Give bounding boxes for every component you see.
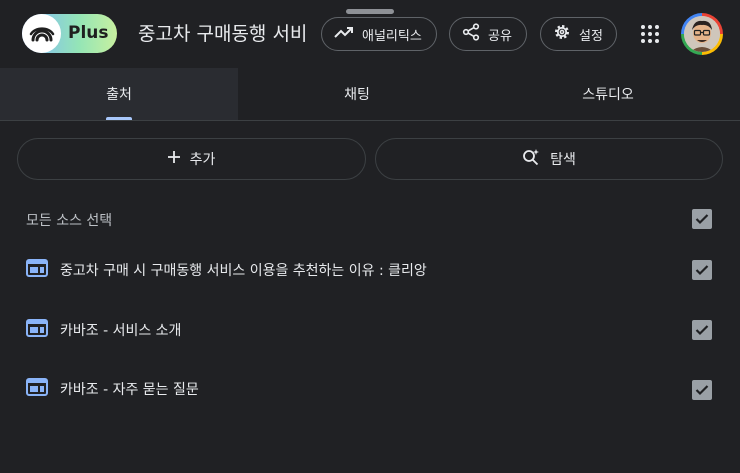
add-source-button[interactable]: 추가: [17, 138, 366, 180]
gear-icon: [553, 23, 571, 45]
apps-grid-icon[interactable]: [640, 24, 660, 44]
tab-chat[interactable]: 채팅: [238, 68, 476, 120]
check-icon: [695, 210, 709, 229]
search-sparkle-icon: [522, 148, 540, 170]
notebook-logo-icon: [22, 14, 61, 53]
source-item[interactable]: 카바조 - 서비스 소개: [26, 317, 716, 343]
notebook-title[interactable]: 중고차 구매동행 서비: [138, 19, 313, 46]
source-item[interactable]: 카바조 - 자주 묻는 질문: [26, 376, 716, 402]
account-avatar[interactable]: [681, 13, 723, 55]
web-page-icon: [26, 378, 48, 400]
header: Plus 중고차 구매동행 서비 애널리틱스 공유 설정: [0, 0, 740, 68]
tab-chat-label: 채팅: [344, 87, 370, 103]
plus-icon: [167, 151, 180, 167]
tab-studio[interactable]: 스튜디오: [476, 68, 740, 120]
explore-label: 탐색: [550, 152, 576, 168]
analytics-button[interactable]: 애널리틱스: [321, 17, 437, 51]
source-checkbox[interactable]: [692, 320, 712, 340]
tab-bar: 출처 채팅 스튜디오: [0, 68, 740, 121]
avatar-image: [684, 16, 720, 52]
check-icon: [695, 381, 709, 400]
plus-logo[interactable]: Plus: [22, 14, 117, 53]
tab-sources-label: 출처: [106, 87, 132, 103]
analytics-label: 애널리틱스: [362, 28, 422, 44]
source-title: 카바조 - 서비스 소개: [60, 323, 182, 339]
trending-up-icon: [334, 25, 354, 43]
tab-studio-label: 스튜디오: [582, 87, 634, 103]
web-page-icon: [26, 259, 48, 281]
select-all-label: 모든 소스 선택: [26, 213, 113, 229]
source-checkbox[interactable]: [692, 260, 712, 280]
check-icon: [695, 321, 709, 340]
tab-sources[interactable]: 출처: [0, 68, 238, 120]
settings-label: 설정: [579, 28, 603, 44]
add-label: 추가: [189, 152, 216, 168]
web-page-icon: [26, 319, 48, 341]
check-icon: [695, 261, 709, 280]
source-title: 카바조 - 자주 묻는 질문: [60, 382, 199, 398]
active-tab-indicator: [106, 117, 132, 120]
explore-button[interactable]: 탐색: [375, 138, 723, 180]
source-title: 중고차 구매 시 구매동행 서비스 이용을 추천하는 이유 : 클리앙: [60, 263, 427, 279]
settings-button[interactable]: 설정: [540, 17, 617, 51]
select-all-checkbox[interactable]: [692, 209, 712, 229]
share-label: 공유: [488, 28, 512, 44]
source-item[interactable]: 중고차 구매 시 구매동행 서비스 이용을 추천하는 이유 : 클리앙: [26, 257, 716, 283]
plan-label: Plus: [68, 23, 109, 43]
share-button[interactable]: 공유: [449, 17, 527, 51]
source-checkbox[interactable]: [692, 380, 712, 400]
share-icon: [462, 23, 480, 45]
